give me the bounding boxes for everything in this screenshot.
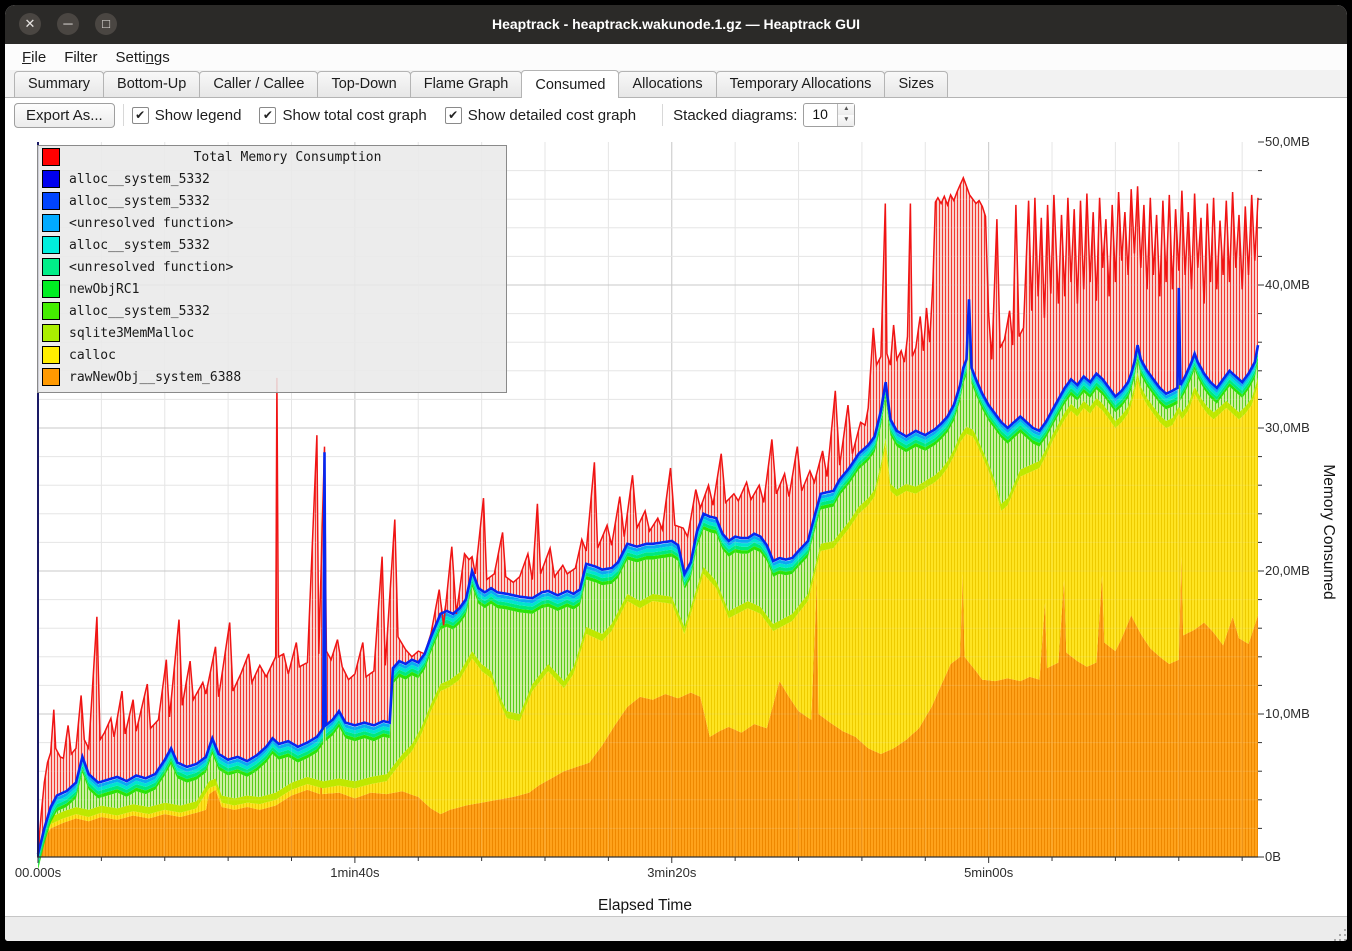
legend-row[interactable]: Total Memory Consumption bbox=[38, 146, 506, 168]
legend-swatch bbox=[42, 170, 60, 188]
legend-label: alloc__system_5332 bbox=[69, 194, 210, 209]
checkbox-icon: ✔ bbox=[445, 107, 462, 124]
checkbox-show-legend[interactable]: ✔ Show legend bbox=[132, 107, 242, 124]
tab-allocations[interactable]: Allocations bbox=[618, 71, 716, 97]
tab-bottom-up[interactable]: Bottom-Up bbox=[103, 71, 200, 97]
titlebar[interactable]: ✕ ─ □ Heaptrack - heaptrack.wakunode.1.gz … bbox=[5, 5, 1347, 44]
tab-temporary-allocations[interactable]: Temporary Allocations bbox=[716, 71, 886, 97]
y-tick-label: 50,0MB bbox=[1265, 134, 1310, 149]
legend-row[interactable]: <unresolved function> bbox=[38, 256, 506, 278]
checkbox-show-detailed-cost-graph[interactable]: ✔ Show detailed cost graph bbox=[445, 107, 636, 124]
y-tick-label: 0B bbox=[1265, 849, 1281, 864]
stacked-diagrams-label: Stacked diagrams: bbox=[673, 107, 797, 124]
legend-row[interactable]: sqlite3MemMalloc bbox=[38, 322, 506, 344]
legend-row[interactable]: alloc__system_5332 bbox=[38, 168, 506, 190]
maximize-icon: □ bbox=[102, 16, 110, 31]
legend-swatch bbox=[42, 324, 60, 342]
y-tick-label: 40,0MB bbox=[1265, 277, 1310, 292]
y-tick-label: 10,0MB bbox=[1265, 706, 1310, 721]
spin-up-button[interactable]: ▲ bbox=[838, 104, 854, 115]
legend-label: <unresolved function> bbox=[69, 216, 233, 231]
spinner-buttons: ▲ ▼ bbox=[837, 104, 854, 126]
x-tick-label: 3min20s bbox=[647, 865, 696, 880]
app-window: ✕ ─ □ Heaptrack - heaptrack.wakunode.1.gz … bbox=[5, 5, 1347, 941]
x-tick-label: 1min40s bbox=[330, 865, 379, 880]
legend-label: sqlite3MemMalloc bbox=[69, 326, 194, 341]
legend-row[interactable]: alloc__system_5332 bbox=[38, 190, 506, 212]
minimize-icon: ─ bbox=[63, 16, 72, 31]
checkbox-icon: ✔ bbox=[132, 107, 149, 124]
tab-caller-callee[interactable]: Caller / Callee bbox=[199, 71, 318, 97]
y-tick-label: 20,0MB bbox=[1265, 563, 1310, 578]
legend-label: newObjRC1 bbox=[69, 282, 139, 297]
toolbar-separator bbox=[123, 104, 124, 126]
stacked-diagrams-spinbox[interactable]: 10 ▲ ▼ bbox=[803, 103, 855, 127]
checkbox-show-total-cost-graph[interactable]: ✔ Show total cost graph bbox=[259, 107, 426, 124]
stacked-diagrams-value[interactable]: 10 bbox=[804, 104, 837, 126]
legend-row[interactable]: rawNewObj__system_6388 bbox=[38, 366, 506, 388]
tab-consumed[interactable]: Consumed bbox=[521, 70, 619, 98]
legend-label: alloc__system_5332 bbox=[69, 304, 210, 319]
x-axis-title: Elapsed Time bbox=[598, 897, 692, 915]
legend-swatch bbox=[42, 214, 60, 232]
spin-down-button[interactable]: ▼ bbox=[838, 115, 854, 126]
tab-sizes[interactable]: Sizes bbox=[884, 71, 947, 97]
menubar: FileFilterSettings bbox=[5, 44, 1347, 70]
tab-top-down[interactable]: Top-Down bbox=[317, 71, 410, 97]
tabbar: SummaryBottom-UpCaller / CalleeTop-DownF… bbox=[5, 70, 1347, 98]
close-icon: ✕ bbox=[25, 16, 36, 31]
tab-summary[interactable]: Summary bbox=[14, 71, 104, 97]
legend-label: <unresolved function> bbox=[69, 260, 233, 275]
legend-label: alloc__system_5332 bbox=[69, 238, 210, 253]
legend-swatch bbox=[42, 368, 60, 386]
legend-swatch bbox=[42, 258, 60, 276]
legend-swatch bbox=[42, 280, 60, 298]
toolbar-separator bbox=[662, 104, 663, 126]
chart-legend[interactable]: Total Memory Consumption alloc__system_53… bbox=[37, 145, 507, 393]
checkbox-label: Show total cost graph bbox=[282, 107, 426, 124]
legend-row[interactable]: alloc__system_5332 bbox=[38, 300, 506, 322]
y-axis-title: Memory Consumed bbox=[1319, 464, 1337, 599]
legend-swatch bbox=[42, 346, 60, 364]
legend-swatch bbox=[42, 236, 60, 254]
legend-label: rawNewObj__system_6388 bbox=[69, 370, 241, 385]
window-title: Heaptrack - heaptrack.wakunode.1.gz — He… bbox=[5, 5, 1347, 44]
y-tick-label: 30,0MB bbox=[1265, 420, 1310, 435]
chart-area: Total Memory Consumption alloc__system_53… bbox=[5, 132, 1347, 916]
legend-row[interactable]: calloc bbox=[38, 344, 506, 366]
legend-label: Total Memory Consumption bbox=[69, 150, 506, 165]
legend-label: calloc bbox=[69, 348, 116, 363]
x-tick-label: 5min00s bbox=[964, 865, 1013, 880]
export-as-button[interactable]: Export As... bbox=[14, 103, 115, 128]
checkbox-icon: ✔ bbox=[259, 107, 276, 124]
legend-row[interactable]: newObjRC1 bbox=[38, 278, 506, 300]
menu-filter[interactable]: Filter bbox=[55, 47, 106, 68]
tab-flame-graph[interactable]: Flame Graph bbox=[410, 71, 523, 97]
toolbar: Export As... ✔ Show legend ✔ Show total cos… bbox=[5, 98, 1347, 132]
menu-file[interactable]: File bbox=[13, 47, 55, 68]
resize-grip[interactable] bbox=[1339, 934, 1341, 936]
legend-row[interactable]: alloc__system_5332 bbox=[38, 234, 506, 256]
close-button[interactable]: ✕ bbox=[19, 13, 41, 35]
statusbar bbox=[5, 916, 1347, 941]
checkbox-label: Show detailed cost graph bbox=[468, 107, 636, 124]
legend-swatch bbox=[42, 148, 60, 166]
legend-swatch bbox=[42, 302, 60, 320]
legend-row[interactable]: <unresolved function> bbox=[38, 212, 506, 234]
menu-settings[interactable]: Settings bbox=[107, 47, 179, 68]
x-tick-label: 00.000s bbox=[15, 865, 61, 880]
checkbox-label: Show legend bbox=[155, 107, 242, 124]
maximize-button[interactable]: □ bbox=[95, 13, 117, 35]
legend-label: alloc__system_5332 bbox=[69, 172, 210, 187]
legend-swatch bbox=[42, 192, 60, 210]
checkbox-group: ✔ Show legend ✔ Show total cost graph ✔ Show … bbox=[132, 107, 654, 124]
minimize-button[interactable]: ─ bbox=[57, 13, 79, 35]
